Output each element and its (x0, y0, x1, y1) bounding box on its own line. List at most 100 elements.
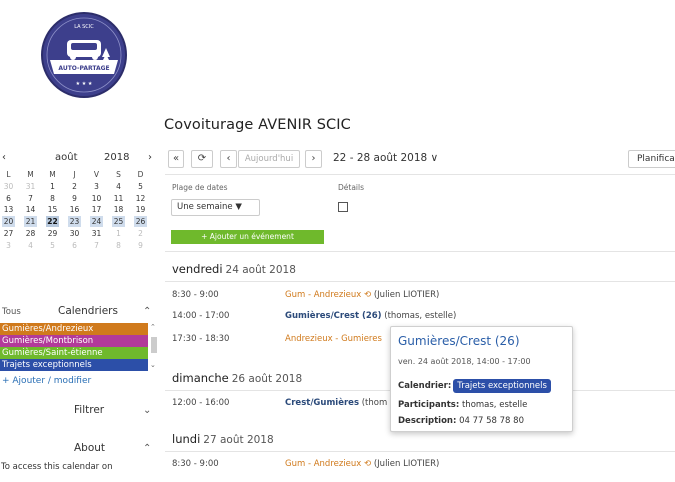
event-entry[interactable]: Andrezieux - Gumieres (285, 334, 382, 344)
scroll-thumb[interactable] (151, 337, 157, 353)
calendar-item[interactable]: Gumières/Saint-étienne (0, 347, 148, 359)
mini-day[interactable]: 17 (90, 204, 103, 215)
mini-week-row: 3456789 (0, 240, 158, 252)
mini-day[interactable]: 12 (134, 193, 147, 204)
mini-day[interactable]: 3 (90, 181, 103, 192)
chevron-up-icon[interactable]: ⌃ (143, 443, 151, 454)
popup-calendar-label: Calendrier: (398, 381, 452, 391)
day-name: vendredi (172, 262, 223, 276)
mini-day[interactable]: 19 (134, 204, 147, 215)
mini-day[interactable]: 29 (46, 228, 59, 239)
mini-day[interactable]: 14 (24, 204, 37, 215)
calendar-item[interactable]: Gumières/Montbrison (0, 335, 148, 347)
popup-participants-value: thomas, estelle (459, 400, 528, 410)
event-title[interactable]: Gum - Andrezieux ⟲ (285, 290, 371, 300)
refresh-button[interactable]: ⟳ (191, 150, 213, 168)
mini-calendar: L M M J V S D 30 31 1 2 3 4 5 6 7 8 9 10 11 12 13 14 15 16 17 18 19… (0, 169, 158, 252)
scroll-down-icon[interactable]: ⌄ (150, 361, 156, 369)
event-title[interactable]: Andrezieux - Gumieres (285, 334, 382, 344)
event-popup: Gumières/Crest (26) ven. 24 août 2018, 1… (390, 326, 573, 432)
add-event-button[interactable]: + Ajouter un événement (171, 230, 324, 244)
mini-month-label: août (55, 152, 78, 163)
mini-day[interactable]: 7 (24, 193, 37, 204)
mini-day[interactable]: 21 (24, 216, 37, 228)
calendar-item[interactable]: Trajets exceptionnels (0, 359, 148, 371)
event-entry[interactable]: Crest/Gumières (thom (285, 398, 387, 408)
calendars-header: Tous Calendriers ⌃ (0, 303, 158, 323)
next-week-button[interactable]: › (305, 150, 322, 168)
calendar-list-scrollbar[interactable]: ⌃ ⌄ (149, 323, 158, 371)
previous-week-button[interactable]: ‹ (220, 150, 237, 168)
first-page-button[interactable]: « (168, 150, 184, 168)
mini-day[interactable]: 15 (46, 204, 59, 215)
mini-day[interactable]: 30 (68, 228, 81, 239)
mini-weekday: M (27, 170, 34, 179)
mini-prev-month-button[interactable]: ‹ (2, 152, 6, 163)
collapse-calendars-icon[interactable]: ⌃ (143, 306, 151, 317)
mini-weekday: L (6, 170, 11, 179)
mini-day[interactable]: 25 (112, 216, 125, 228)
mini-day[interactable]: 9 (68, 193, 81, 204)
planning-view-button[interactable]: Planifica (628, 150, 675, 168)
event-participants: (thom (359, 398, 388, 408)
mini-day[interactable]: 11 (112, 193, 125, 204)
mini-weekday: S (116, 170, 121, 179)
event-title[interactable]: Crest/Gumières (285, 398, 359, 408)
all-calendars-toggle[interactable]: Tous (2, 307, 21, 317)
mini-day[interactable]: 2 (68, 181, 81, 192)
mini-week-row: 30 31 1 2 3 4 5 (0, 181, 158, 193)
mini-day[interactable]: 16 (68, 204, 81, 215)
mini-day[interactable]: 13 (2, 204, 15, 215)
popup-title[interactable]: Gumières/Crest (26) (398, 334, 520, 348)
mini-day[interactable]: 31 (24, 181, 37, 192)
mini-day[interactable]: 8 (112, 240, 125, 251)
mini-day[interactable]: 27 (2, 228, 15, 239)
filter-section-header[interactable]: Filtrer ⌄ (0, 402, 158, 422)
mini-day[interactable]: 1 (46, 181, 59, 192)
mini-next-month-button[interactable]: › (148, 152, 152, 163)
mini-day[interactable]: 2 (134, 228, 147, 239)
mini-day[interactable]: 31 (90, 228, 103, 239)
day-date: 26 août 2018 (231, 373, 303, 385)
mini-day[interactable]: 26 (134, 216, 147, 228)
mini-day[interactable]: 20 (2, 216, 15, 228)
day-date: 27 août 2018 (203, 434, 274, 446)
toolbar-divider (165, 174, 675, 175)
mini-week-row: 20 21 22 23 24 25 26 (0, 216, 158, 228)
mini-day[interactable]: 3 (2, 240, 15, 251)
scroll-up-icon[interactable]: ⌃ (150, 323, 156, 331)
mini-day[interactable]: 4 (24, 240, 37, 251)
about-section-header[interactable]: About ⌃ (0, 440, 158, 460)
details-checkbox[interactable] (338, 202, 348, 212)
mini-day[interactable]: 10 (90, 193, 103, 204)
event-participants: (Julien LIOTIER) (371, 290, 440, 300)
event-entry[interactable]: Gum - Andrezieux ⟲ (Julien LIOTIER) (285, 290, 439, 300)
mini-day[interactable]: 6 (2, 193, 15, 204)
mini-day[interactable]: 18 (112, 204, 125, 215)
event-entry[interactable]: Gum - Andrezieux ⟲ (Julien LIOTIER) (285, 459, 439, 469)
mini-day[interactable]: 5 (134, 181, 147, 192)
mini-day[interactable]: 30 (2, 181, 15, 192)
popup-participants-row: Participants: thomas, estelle (398, 400, 527, 410)
mini-day[interactable]: 4 (112, 181, 125, 192)
mini-day[interactable]: 23 (68, 216, 81, 228)
chevron-down-icon[interactable]: ⌄ (143, 405, 151, 416)
mini-day[interactable]: 1 (112, 228, 125, 239)
date-range-dropdown[interactable]: 22 - 28 août 2018 ∨ (333, 152, 438, 164)
add-calendar-link[interactable]: + Ajouter / modifier (2, 376, 91, 386)
today-button[interactable]: Aujourd'hui (238, 150, 300, 168)
event-title[interactable]: Gumières/Crest (26) (285, 311, 382, 321)
calendar-item[interactable]: Gumières/Andrezieux (0, 323, 148, 335)
event-entry[interactable]: Gumières/Crest (26) (thomas, estelle) (285, 311, 456, 321)
mini-day[interactable]: 28 (24, 228, 37, 239)
event-title[interactable]: Gum - Andrezieux ⟲ (285, 459, 371, 469)
mini-day[interactable]: 5 (46, 240, 59, 251)
date-range-select[interactable]: Une semaine ▼ (171, 199, 260, 216)
mini-day[interactable]: 24 (90, 216, 103, 228)
day-heading: dimanche 26 août 2018 (172, 371, 302, 385)
mini-day[interactable]: 6 (68, 240, 81, 251)
mini-day[interactable]: 9 (134, 240, 147, 251)
mini-day[interactable]: 8 (46, 193, 59, 204)
mini-day[interactable]: 7 (90, 240, 103, 251)
mini-day[interactable]: 22 (46, 216, 59, 228)
